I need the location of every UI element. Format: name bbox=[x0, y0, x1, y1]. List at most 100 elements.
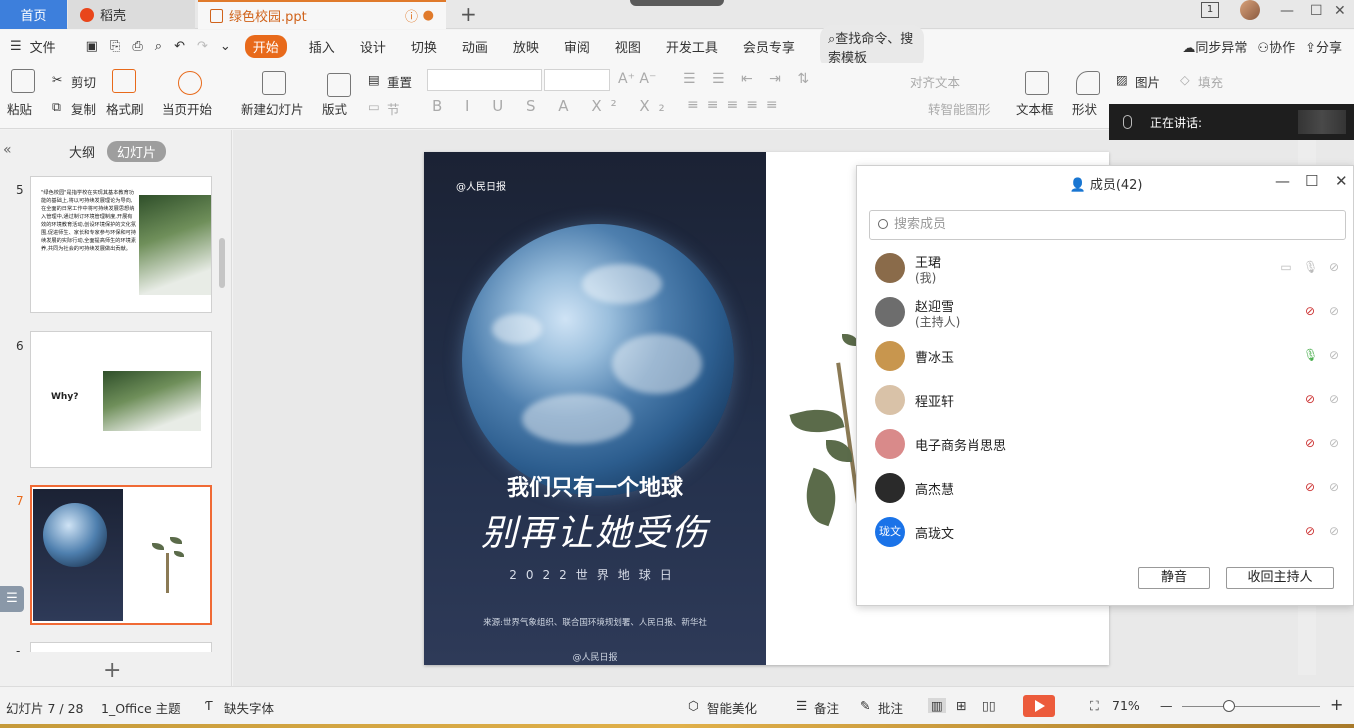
member-row[interactable]: 珑文 高珑文 ⊘ ⊘ bbox=[857, 510, 1354, 554]
normal-view-icon[interactable]: ▥ bbox=[928, 698, 946, 713]
play-slideshow-button[interactable] bbox=[1023, 695, 1055, 717]
zoom-out-icon[interactable]: — bbox=[1160, 698, 1173, 713]
slide-thumb-5[interactable]: "绿色校园"是指学校在实现其基本教育功能的基础上,将以可持续发展理论为导向,在全… bbox=[30, 176, 212, 313]
member-row[interactable]: 电子商务肖思思 ⊘ ⊘ bbox=[857, 422, 1354, 466]
camera-off-icon[interactable]: ⊘ bbox=[1327, 260, 1341, 274]
microphone-icon[interactable] bbox=[1123, 115, 1132, 129]
menu-insert[interactable]: 插入 bbox=[309, 37, 335, 56]
smart-graphic-button[interactable]: 转智能图形 bbox=[928, 99, 991, 118]
undo-icon[interactable]: ↶ bbox=[174, 39, 185, 54]
dialog-maximize-icon[interactable]: ☐ bbox=[1305, 172, 1318, 190]
textbox-button[interactable]: 文本框 bbox=[1016, 99, 1054, 118]
slide-thumb-7[interactable] bbox=[30, 485, 212, 625]
paste-button[interactable]: 粘贴 bbox=[7, 99, 32, 118]
picture-button[interactable]: 图片 bbox=[1135, 72, 1160, 91]
dialog-close-icon[interactable]: ✕ bbox=[1335, 172, 1348, 190]
warning-icon[interactable]: ⓘ bbox=[405, 6, 418, 25]
new-slide-button[interactable]: 新建幻灯片 bbox=[241, 99, 304, 118]
member-row[interactable]: 程亚轩 ⊘ ⊘ bbox=[857, 378, 1354, 422]
microphone-icon[interactable]: 🎙 bbox=[1303, 260, 1318, 274]
layout-icon[interactable] bbox=[327, 73, 351, 97]
user-avatar[interactable] bbox=[1240, 0, 1260, 20]
notes-button[interactable]: 备注 bbox=[814, 698, 839, 717]
zoom-level[interactable]: 71% bbox=[1112, 698, 1140, 713]
fit-window-icon[interactable]: ⛶ bbox=[1090, 698, 1099, 714]
shape-button[interactable]: 形状 bbox=[1072, 99, 1097, 118]
menu-design[interactable]: 设计 bbox=[360, 37, 386, 56]
list-icons[interactable]: ☰ ☰ ⇤ ⇥ ⇅ bbox=[683, 71, 815, 87]
mic-muted-icon[interactable]: ⊘ bbox=[1303, 392, 1317, 406]
menu-review[interactable]: 审阅 bbox=[564, 37, 590, 56]
preview-icon[interactable]: ⌕ bbox=[155, 39, 162, 54]
fill-button[interactable]: 填充 bbox=[1198, 72, 1223, 91]
play-current-icon[interactable] bbox=[178, 71, 202, 95]
command-search[interactable]: ⌕查找命令、搜索模板 bbox=[819, 24, 925, 69]
camera-off-icon[interactable]: ⊘ bbox=[1327, 392, 1341, 406]
font-family-select[interactable] bbox=[427, 69, 542, 91]
tab-file[interactable]: 绿色校园.ppt ⓘ ● bbox=[198, 0, 446, 29]
export-icon[interactable]: ⎘ bbox=[110, 39, 120, 54]
menu-animation[interactable]: 动画 bbox=[462, 37, 488, 56]
layout-button[interactable]: 版式 bbox=[322, 99, 347, 118]
paste-icon[interactable] bbox=[11, 69, 35, 93]
quick-access-dropdown-icon[interactable]: ⌄ bbox=[220, 39, 231, 54]
sync-status[interactable]: ☁同步异常 bbox=[1182, 37, 1247, 56]
align-icons[interactable]: ≡≡≡≡≡ bbox=[687, 97, 786, 113]
grow-font-icon[interactable]: A⁺ A⁻ bbox=[618, 71, 656, 87]
text-format-icons[interactable]: B I U S A X² X₂ bbox=[432, 97, 674, 115]
reset-button[interactable]: 重置 bbox=[387, 72, 412, 91]
mute-all-button[interactable]: 静音 bbox=[1138, 567, 1210, 589]
member-search-input[interactable]: 搜索成员 bbox=[869, 210, 1346, 240]
outline-toggle-icon[interactable]: ☰ bbox=[0, 586, 24, 612]
slide-thumb-8[interactable] bbox=[30, 642, 212, 652]
tab-outline[interactable]: 大纲 bbox=[69, 142, 95, 161]
print-icon[interactable]: ⎙ bbox=[132, 39, 142, 54]
minimize-icon[interactable]: — bbox=[1280, 3, 1294, 19]
menu-developer[interactable]: 开发工具 bbox=[666, 37, 718, 56]
tab-home[interactable]: 首页 bbox=[0, 0, 67, 29]
microphone-on-icon[interactable]: 🎙 bbox=[1303, 348, 1318, 362]
menu-file[interactable]: 文件 bbox=[30, 37, 56, 56]
cut-button[interactable]: 剪切 bbox=[71, 72, 96, 91]
member-row[interactable]: 王珺 (我) ▭ 🎙 ⊘ bbox=[857, 246, 1354, 290]
member-row[interactable]: 曹冰玉 🎙 ⊘ bbox=[857, 334, 1354, 378]
section-button[interactable]: 节 bbox=[387, 99, 400, 118]
slide-thumb-6[interactable]: Why? bbox=[30, 331, 212, 468]
theme-name[interactable]: 1_Office 主题 bbox=[101, 698, 181, 717]
menu-transition[interactable]: 切换 bbox=[411, 37, 437, 56]
menu-start[interactable]: 开始 bbox=[244, 35, 287, 58]
member-row[interactable]: 赵迎雪 (主持人) ⊘ ⊘ bbox=[857, 290, 1354, 334]
maximize-icon[interactable]: ☐ bbox=[1310, 3, 1323, 19]
member-row[interactable]: 高杰慧 ⊘ ⊘ bbox=[857, 466, 1354, 510]
camera-off-icon[interactable]: ⊘ bbox=[1327, 348, 1341, 362]
comments-button[interactable]: 批注 bbox=[878, 698, 903, 717]
shape-icon[interactable] bbox=[1076, 71, 1100, 95]
zoom-in-icon[interactable]: + bbox=[1330, 695, 1343, 714]
grid-view-icon[interactable]: ⊞ bbox=[956, 698, 966, 713]
copy-button[interactable]: 复制 bbox=[71, 99, 96, 118]
collab-button[interactable]: ⚇协作 bbox=[1257, 37, 1295, 56]
mic-muted-icon[interactable]: ⊘ bbox=[1303, 436, 1317, 450]
camera-off-icon[interactable]: ⊘ bbox=[1327, 524, 1341, 538]
mic-muted-icon[interactable]: ⊘ bbox=[1303, 524, 1317, 538]
format-painter-icon[interactable] bbox=[112, 69, 136, 93]
tab-slides[interactable]: 幻灯片 bbox=[107, 141, 167, 162]
redo-icon[interactable]: ↷ bbox=[197, 39, 208, 54]
reading-view-icon[interactable]: ▯▯ bbox=[982, 698, 996, 713]
add-slide-button[interactable]: + bbox=[103, 658, 121, 683]
align-text-button[interactable]: 对齐文本 bbox=[910, 72, 960, 91]
menu-view[interactable]: 视图 bbox=[615, 37, 641, 56]
save-icon[interactable]: ▣ bbox=[86, 39, 98, 54]
camera-off-icon[interactable]: ⊘ bbox=[1327, 304, 1341, 318]
missing-font-button[interactable]: 缺失字体 bbox=[224, 698, 274, 717]
camera-off-icon[interactable]: ⊘ bbox=[1327, 480, 1341, 494]
hamburger-icon[interactable]: ☰ bbox=[10, 39, 22, 54]
tab-daoke[interactable]: 稻壳 bbox=[68, 0, 195, 29]
new-tab-button[interactable]: + bbox=[460, 2, 477, 26]
textbox-icon[interactable] bbox=[1025, 71, 1049, 95]
beautify-button[interactable]: 智能美化 bbox=[707, 698, 757, 717]
font-size-select[interactable] bbox=[544, 69, 610, 91]
dialog-minimize-icon[interactable]: — bbox=[1275, 172, 1290, 190]
share-button[interactable]: ⇪分享 bbox=[1305, 37, 1342, 56]
zoom-slider-handle[interactable] bbox=[1223, 700, 1235, 712]
